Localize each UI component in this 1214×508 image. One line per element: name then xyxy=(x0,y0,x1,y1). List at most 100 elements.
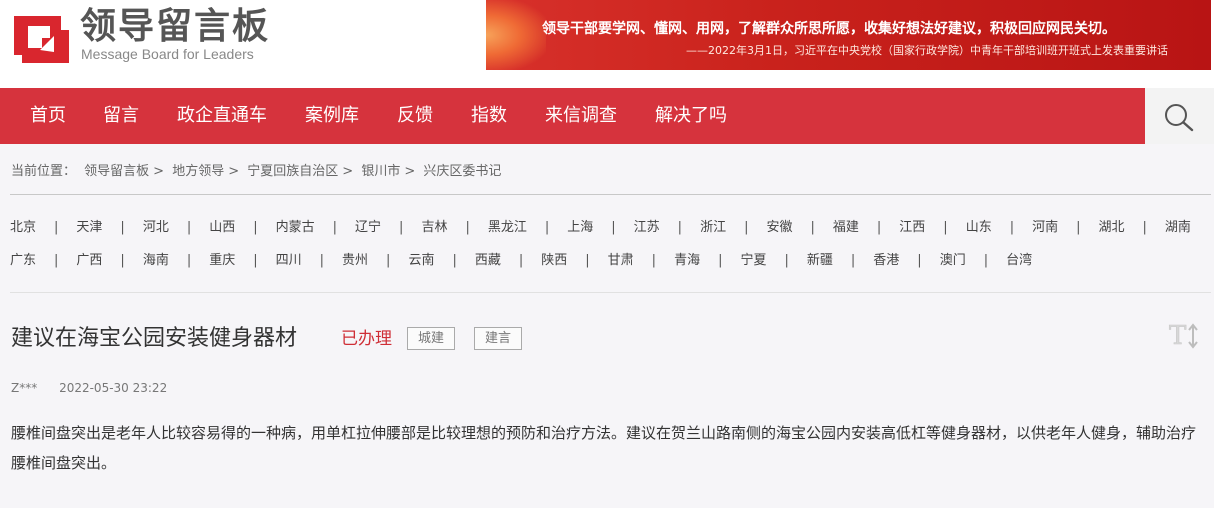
region-separator: | xyxy=(253,253,258,268)
region-link[interactable]: 河南 xyxy=(1032,216,1058,235)
divider xyxy=(10,292,1211,293)
post-date: 2022-05-30 23:22 xyxy=(59,381,168,395)
region-separator: | xyxy=(120,220,125,235)
region-row: 广东 | 广西 | 海南 | 重庆 | 四川 | 贵州 | 云南 | 西藏 | 陕西 | 甘肃 | 青海 | 宁夏 | 新疆 | 香… xyxy=(10,249,1214,282)
region-link[interactable]: 宁夏 xyxy=(740,249,766,268)
search-icon xyxy=(1165,104,1194,132)
region-link[interactable]: 广西 xyxy=(76,249,102,268)
message-title: 建议在海宝公园安装健身器材 xyxy=(11,326,298,351)
region-link[interactable]: 云南 xyxy=(408,249,434,268)
region-link[interactable]: 福建 xyxy=(833,216,859,235)
region-separator: | xyxy=(544,220,550,235)
author: Z*** xyxy=(11,381,38,395)
nav-item-index[interactable]: 指数 xyxy=(471,104,507,128)
region-list: 北京 | 天津 | 河北 | 山西 | 内蒙古 | 辽宁 | 吉林 | 黑龙江 | 上海 | 江苏 | 浙江 | 安徽 | 福建… xyxy=(10,216,1214,282)
nav-item-survey[interactable]: 来信调查 xyxy=(545,104,617,128)
nav-item-resolved[interactable]: 解决了吗 xyxy=(655,104,727,128)
region-link[interactable]: 湖南 xyxy=(1165,216,1191,235)
region-link[interactable]: 河北 xyxy=(143,216,169,235)
breadcrumb-item[interactable]: 宁夏回族自治区 xyxy=(247,164,338,179)
region-link[interactable]: 广东 xyxy=(10,249,36,268)
region-link[interactable]: 海南 xyxy=(143,249,169,268)
region-separator: | xyxy=(452,253,457,268)
region-link[interactable]: 香港 xyxy=(873,249,899,268)
breadcrumb: 当前位置： 领导留言板 > 地方领导 > 宁夏回族自治区 > 银川市 > 兴庆区委书记 xyxy=(11,160,505,179)
region-separator: | xyxy=(465,220,470,235)
logo-icon[interactable] xyxy=(14,8,69,63)
region-link[interactable]: 新疆 xyxy=(807,249,833,268)
status-badge: 已办理 xyxy=(341,329,392,349)
region-separator: | xyxy=(850,253,856,268)
region-link[interactable]: 内蒙古 xyxy=(276,216,315,235)
breadcrumb-item-current[interactable]: 兴庆区委书记 xyxy=(423,164,501,179)
region-link[interactable]: 青海 xyxy=(674,249,700,268)
region-separator: | xyxy=(744,220,749,235)
region-link[interactable]: 山东 xyxy=(966,216,992,235)
region-link[interactable]: 辽宁 xyxy=(355,216,381,235)
region-separator: | xyxy=(810,220,815,235)
region-link[interactable]: 浙江 xyxy=(700,216,726,235)
region-separator: | xyxy=(186,220,192,235)
region-link[interactable]: 台湾 xyxy=(1006,249,1032,268)
region-link[interactable]: 陕西 xyxy=(541,249,567,268)
breadcrumb-separator: > xyxy=(404,164,416,179)
message-meta: Z*** 2022-05-30 23:22 xyxy=(11,381,167,395)
banner: 领导干部要学网、懂网、用网，了解群众所思所愿，收集好想法好建议，积极回应网民关切… xyxy=(486,0,1211,70)
region-link[interactable]: 重庆 xyxy=(209,249,235,268)
region-link[interactable]: 四川 xyxy=(276,249,302,268)
region-separator: | xyxy=(651,253,657,268)
region-separator: | xyxy=(120,253,125,268)
region-separator: | xyxy=(332,220,338,235)
logo-subtitle: Message Board for Leaders xyxy=(81,46,254,62)
region-link[interactable]: 江西 xyxy=(899,216,925,235)
region-separator: | xyxy=(677,220,683,235)
banner-decoration xyxy=(486,0,546,70)
font-size-icon[interactable]: T xyxy=(1168,318,1202,352)
region-separator: | xyxy=(253,220,258,235)
region-link[interactable]: 吉林 xyxy=(421,216,447,235)
region-separator: | xyxy=(1009,220,1015,235)
divider xyxy=(10,194,1211,195)
svg-text:T: T xyxy=(1169,321,1187,351)
region-separator: | xyxy=(917,253,922,268)
region-link[interactable]: 西藏 xyxy=(475,249,501,268)
region-link[interactable]: 北京 xyxy=(10,216,36,235)
nav-item-cases[interactable]: 案例库 xyxy=(305,104,359,128)
tag-suggestion[interactable]: 建言 xyxy=(474,327,523,350)
region-link[interactable]: 安徽 xyxy=(766,216,792,235)
tag-city-construction[interactable]: 城建 xyxy=(407,327,456,350)
nav-item-home[interactable]: 首页 xyxy=(30,104,66,128)
nav-item-feedback[interactable]: 反馈 xyxy=(397,104,433,128)
logo-title[interactable]: 领导留言板 xyxy=(80,6,270,48)
region-separator: | xyxy=(1142,220,1147,235)
breadcrumb-item[interactable]: 领导留言板 xyxy=(84,164,149,179)
breadcrumb-separator: > xyxy=(153,164,165,179)
region-separator: | xyxy=(399,220,404,235)
breadcrumb-item[interactable]: 银川市 xyxy=(361,164,400,179)
region-separator: | xyxy=(718,253,723,268)
nav-item-enterprise[interactable]: 政企直通车 xyxy=(177,104,267,128)
region-link[interactable]: 黑龙江 xyxy=(488,216,527,235)
region-row: 北京 | 天津 | 河北 | 山西 | 内蒙古 | 辽宁 | 吉林 | 黑龙江 | 上海 | 江苏 | 浙江 | 安徽 | 福建… xyxy=(10,216,1214,249)
region-link[interactable]: 天津 xyxy=(76,216,102,235)
banner-quote: 领导干部要学网、懂网、用网，了解群众所思所愿，收集好想法好建议，积极回应网民关切… xyxy=(542,21,1116,37)
breadcrumb-separator: > xyxy=(342,164,354,179)
region-separator: | xyxy=(1076,220,1081,235)
site-header: 领导留言板 Message Board for Leaders 领导干部要学网、… xyxy=(0,0,1214,88)
region-separator: | xyxy=(784,253,789,268)
region-link[interactable]: 贵州 xyxy=(342,249,368,268)
region-link[interactable]: 澳门 xyxy=(940,249,966,268)
main-nav: 首页 留言 政企直通车 案例库 反馈 指数 来信调查 解决了吗 xyxy=(0,88,1214,144)
nav-item-message[interactable]: 留言 xyxy=(103,104,139,128)
region-link[interactable]: 山西 xyxy=(209,216,235,235)
region-separator: | xyxy=(319,253,325,268)
region-link[interactable]: 上海 xyxy=(567,216,593,235)
region-link[interactable]: 甘肃 xyxy=(608,249,634,268)
region-link[interactable]: 湖北 xyxy=(1099,216,1125,235)
breadcrumb-prefix: 当前位置： xyxy=(11,164,77,179)
region-link[interactable]: 江苏 xyxy=(634,216,660,235)
region-separator: | xyxy=(518,253,524,268)
region-separator: | xyxy=(943,220,948,235)
breadcrumb-item[interactable]: 地方领导 xyxy=(172,164,224,179)
search-button[interactable] xyxy=(1145,88,1214,144)
